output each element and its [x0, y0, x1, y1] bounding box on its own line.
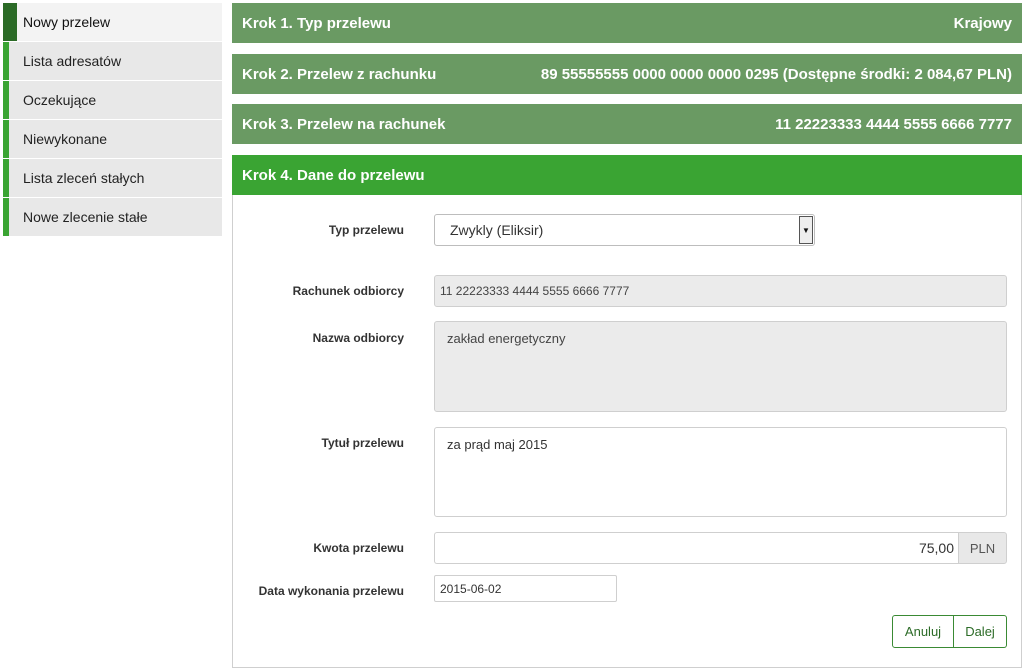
recipient-name-label: Nazwa odbiorcy: [312, 331, 404, 345]
amount-group: 75,00 PLN: [434, 532, 1007, 564]
sidebar-item-label: Niewykonane: [23, 131, 108, 147]
sidebar-item-pending[interactable]: Oczekujące: [3, 81, 222, 119]
sidebar-item-new-transfer[interactable]: Nowy przelew: [3, 3, 222, 41]
step-3-header[interactable]: Krok 3. Przelew na rachunek 11 22223333 …: [232, 104, 1022, 144]
amount-input[interactable]: 75,00: [434, 532, 958, 564]
transfer-title-value: za prąd maj 2015: [447, 437, 548, 452]
step-1-header[interactable]: Krok 1. Typ przelewu Krajowy: [232, 3, 1022, 43]
sidebar-item-standing-orders[interactable]: Lista zleceń stałych: [3, 159, 222, 197]
sidebar-item-label: Lista adresatów: [23, 53, 122, 69]
recipient-account-label: Rachunek odbiorcy: [292, 284, 404, 298]
transfer-title-textarea[interactable]: za prąd maj 2015: [434, 427, 1007, 517]
step-value: 11 22223333 4444 5555 6666 7777: [775, 115, 1012, 133]
currency-value: PLN: [969, 540, 996, 556]
sidebar-item-label: Lista zleceń stałych: [23, 170, 145, 186]
recipient-account-value: 11 22223333 4444 5555 6666 7777: [440, 284, 630, 298]
sidebar-menu: Nowy przelew Lista adresatów Oczekujące …: [3, 3, 222, 237]
sidebar-item-recipients-list[interactable]: Lista adresatów: [3, 42, 222, 80]
step-title: Krok 2. Przelew z rachunku: [242, 65, 437, 83]
cancel-button[interactable]: Anuluj: [892, 615, 954, 648]
currency-addon: PLN: [958, 532, 1007, 564]
step-4-header: Krok 4. Dane do przelewu: [232, 155, 1022, 195]
sidebar-item-label: Nowy przelew: [23, 14, 111, 30]
execution-date-input[interactable]: 2015-06-02: [434, 575, 617, 602]
form-actions: Anuluj Dalej: [892, 615, 1007, 648]
step-2-header[interactable]: Krok 2. Przelew z rachunku 89 55555555 0…: [232, 54, 1022, 94]
sidebar-item-new-standing-order[interactable]: Nowe zlecenie stałe: [3, 198, 222, 236]
sidebar-item-failed[interactable]: Niewykonane: [3, 120, 222, 158]
recipient-name-field: zakład energetyczny: [434, 321, 1007, 412]
sidebar-item-label: Nowe zlecenie stałe: [23, 209, 148, 225]
transfer-type-select[interactable]: Zwykly (Eliksir) ▼: [434, 214, 815, 246]
execution-date-value: 2015-06-02: [440, 581, 502, 596]
step-value: 89 55555555 0000 0000 0000 0295 (Dostępn…: [540, 65, 1012, 83]
step-title: Krok 4. Dane do przelewu: [242, 166, 425, 184]
recipient-name-value: zakład energetyczny: [447, 331, 566, 346]
sidebar-item-label: Oczekujące: [23, 92, 97, 108]
step-title: Krok 3. Przelew na rachunek: [242, 115, 446, 133]
transfer-type-label: Typ przelewu: [328, 223, 404, 237]
amount-value: 75,00: [918, 540, 954, 556]
transfer-type-value: Zwykly (Eliksir): [450, 222, 544, 238]
recipient-account-field: 11 22223333 4444 5555 6666 7777: [434, 275, 1007, 307]
triangle-down-icon[interactable]: ▼: [799, 216, 813, 244]
amount-label: Kwota przelewu: [313, 541, 404, 555]
step-title: Krok 1. Typ przelewu: [242, 14, 391, 32]
transfer-title-label: Tytuł przelewu: [321, 436, 404, 450]
next-button[interactable]: Dalej: [954, 615, 1007, 648]
step-value: Krajowy: [953, 14, 1012, 32]
execution-date-label: Data wykonania przelewu: [258, 584, 404, 598]
transfer-form: Typ przelewu Zwykly (Eliksir) ▼ Rachunek…: [232, 195, 1022, 668]
